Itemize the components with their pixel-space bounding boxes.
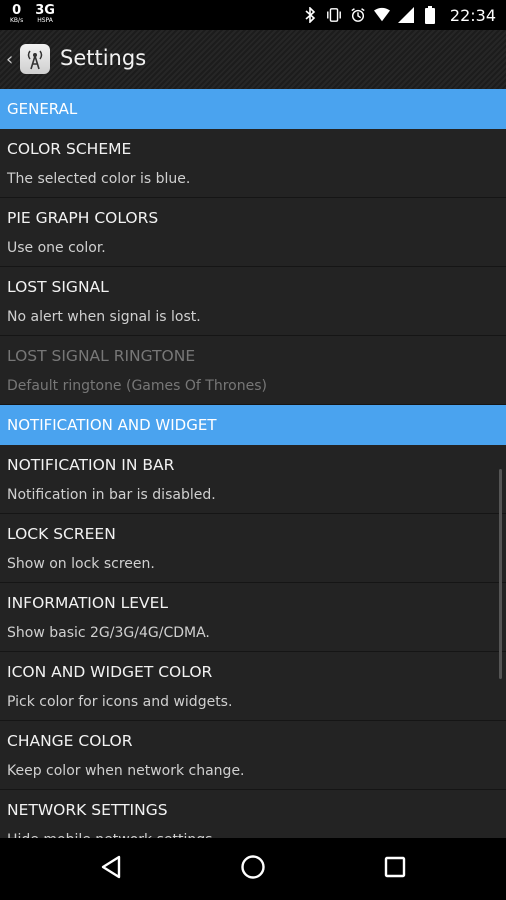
section-header-general: GENERAL bbox=[0, 89, 506, 129]
status-icons: 22:34 bbox=[302, 0, 496, 30]
setting-summary: Keep color when network change. bbox=[7, 763, 245, 779]
alarm-icon bbox=[350, 7, 366, 23]
nav-recents-button[interactable] bbox=[375, 852, 415, 886]
network-type-indicator: 3G HSPA bbox=[35, 4, 55, 24]
setting-summary: Show on lock screen. bbox=[7, 556, 155, 572]
setting-icon-and-widget-color[interactable]: ICON AND WIDGET COLOR Pick color for ico… bbox=[0, 652, 506, 721]
setting-summary: No alert when signal is lost. bbox=[7, 309, 201, 325]
setting-lost-signal[interactable]: LOST SIGNAL No alert when signal is lost… bbox=[0, 267, 506, 336]
setting-summary: Pick color for icons and widgets. bbox=[7, 694, 233, 710]
setting-summary: The selected color is blue. bbox=[7, 171, 191, 187]
setting-notification-in-bar[interactable]: NOTIFICATION IN BAR Notification in bar … bbox=[0, 445, 506, 514]
setting-title: LOST SIGNAL RINGTONE bbox=[7, 347, 196, 365]
home-circle-icon bbox=[240, 854, 266, 884]
recents-square-icon bbox=[384, 856, 406, 882]
scrollbar-thumb[interactable] bbox=[499, 469, 502, 679]
system-navigation-bar bbox=[0, 838, 506, 900]
data-speed-indicator: 0 KB/s bbox=[10, 4, 23, 24]
setting-color-scheme[interactable]: COLOR SCHEME The selected color is blue. bbox=[0, 129, 506, 198]
data-speed-value: 0 bbox=[12, 3, 22, 18]
section-header-notification-and-widget: NOTIFICATION AND WIDGET bbox=[0, 405, 506, 445]
setting-title: CHANGE COLOR bbox=[7, 732, 133, 750]
setting-title: LOCK SCREEN bbox=[7, 525, 116, 543]
setting-summary: Default ringtone (Games Of Thrones) bbox=[7, 378, 267, 394]
wifi-icon bbox=[373, 7, 390, 23]
signal-icon bbox=[397, 7, 414, 23]
setting-title: ICON AND WIDGET COLOR bbox=[7, 663, 213, 681]
setting-change-color[interactable]: CHANGE COLOR Keep color when network cha… bbox=[0, 721, 506, 790]
settings-list[interactable]: GENERAL COLOR SCHEME The selected color … bbox=[0, 89, 506, 838]
setting-title: COLOR SCHEME bbox=[7, 140, 132, 158]
setting-lost-signal-ringtone: LOST SIGNAL RINGTONE Default ringtone (G… bbox=[0, 336, 506, 405]
setting-title: NOTIFICATION IN BAR bbox=[7, 456, 175, 474]
setting-title: LOST SIGNAL bbox=[7, 278, 109, 296]
nav-back-button[interactable] bbox=[91, 852, 131, 886]
clock-time: 22:34 bbox=[449, 5, 496, 25]
page-title: Settings bbox=[60, 46, 147, 70]
setting-summary: Notification in bar is disabled. bbox=[7, 487, 216, 503]
network-type-unit: HSPA bbox=[37, 17, 53, 24]
network-type-value: 3G bbox=[35, 3, 55, 18]
action-bar: ‹ Settings bbox=[0, 30, 506, 89]
up-navigation-button[interactable]: ‹ bbox=[4, 44, 50, 76]
setting-network-settings[interactable]: NETWORK SETTINGS Hide mobile network set… bbox=[0, 790, 506, 838]
bluetooth-icon bbox=[302, 7, 318, 23]
back-triangle-icon bbox=[100, 855, 122, 883]
vibrate-icon bbox=[326, 7, 342, 23]
setting-lock-screen[interactable]: LOCK SCREEN Show on lock screen. bbox=[0, 514, 506, 583]
setting-summary: Hide mobile network settings. bbox=[7, 830, 499, 838]
radio-tower-icon bbox=[20, 44, 50, 74]
setting-title: PIE GRAPH COLORS bbox=[7, 209, 159, 227]
battery-icon bbox=[422, 6, 438, 24]
status-bar: 0 KB/s 3G HSPA 22:34 bbox=[0, 0, 506, 30]
network-speed-indicators: 0 KB/s 3G HSPA bbox=[10, 4, 55, 24]
data-speed-unit: KB/s bbox=[10, 17, 24, 24]
setting-title: INFORMATION LEVEL bbox=[7, 594, 169, 612]
setting-pie-graph-colors[interactable]: PIE GRAPH COLORS Use one color. bbox=[0, 198, 506, 267]
nav-home-button[interactable] bbox=[233, 852, 273, 886]
setting-summary: Show basic 2G/3G/4G/CDMA. bbox=[7, 625, 210, 641]
setting-title: NETWORK SETTINGS bbox=[7, 801, 168, 819]
setting-information-level[interactable]: INFORMATION LEVEL Show basic 2G/3G/4G/CD… bbox=[0, 583, 506, 652]
chevron-left-icon: ‹ bbox=[6, 49, 14, 70]
setting-summary: Use one color. bbox=[7, 240, 106, 256]
